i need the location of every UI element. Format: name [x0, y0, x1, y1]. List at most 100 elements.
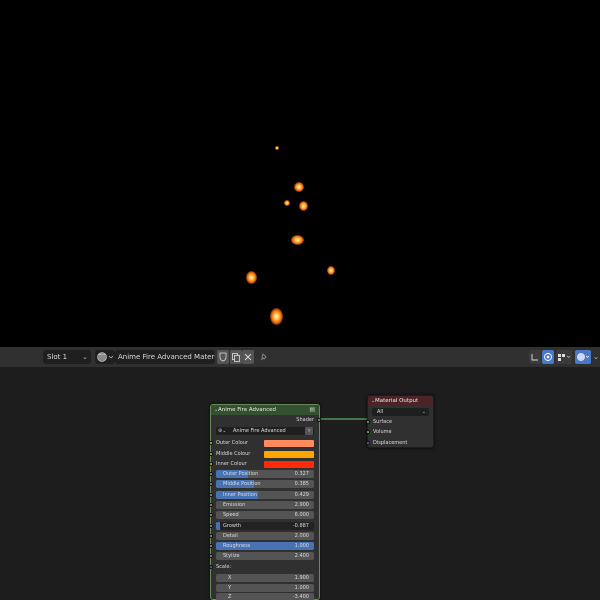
- slider-label: Middle Position: [223, 481, 261, 488]
- collapse-caret-icon[interactable]: ⌄: [371, 396, 375, 406]
- shield-icon[interactable]: ▿: [305, 427, 313, 435]
- scale-axis-label: Z: [228, 594, 232, 600]
- collapse-caret-icon[interactable]: ⌄: [214, 405, 218, 415]
- output-input-row: Surface: [366, 418, 428, 427]
- scale-axis-label: X: [228, 575, 232, 581]
- slider-label: Outer Position: [223, 471, 259, 477]
- slider-label: Inner Position: [223, 491, 258, 498]
- value-input-socket[interactable]: [209, 492, 213, 497]
- output-input-socket[interactable]: [366, 430, 370, 435]
- overlay-toggle-button[interactable]: [542, 350, 554, 364]
- ember-spark: [299, 201, 308, 211]
- node-title: Material Output: [375, 398, 419, 404]
- shader-output-row: Shader: [216, 416, 321, 425]
- color-swatch[interactable]: [264, 450, 314, 458]
- material-output-node[interactable]: ⌄ Material Output All ⌄ Surface Volume Dis…: [366, 395, 434, 448]
- material-sphere-icon: [97, 352, 114, 362]
- view-options-button[interactable]: [556, 350, 572, 364]
- value-input-socket[interactable]: [209, 523, 213, 528]
- value-slider[interactable]: Inner Position 0.429: [209, 490, 314, 499]
- anime-fire-advanced-node[interactable]: ⌄ Anime Fire Advanced ▤ Shader ⊛⌄ Anime …: [209, 404, 321, 600]
- value-slider[interactable]: Middle Position 0.385: [209, 480, 314, 489]
- output-target-value: All: [377, 409, 384, 415]
- slider-value: -0.887: [292, 522, 309, 529]
- value-slider[interactable]: Roughness 1.000: [209, 542, 314, 551]
- value-input-socket[interactable]: [209, 513, 213, 518]
- ember-spark: [246, 271, 257, 284]
- scale-label: Scale:: [216, 564, 232, 570]
- color-swatch[interactable]: [264, 440, 314, 447]
- slider-label: Roughness: [223, 543, 251, 550]
- value-input-socket[interactable]: [209, 482, 213, 487]
- slider-label: Detail: [223, 532, 238, 539]
- node-header[interactable]: ⌄ Anime Fire Advanced ▤: [211, 405, 319, 415]
- shading-button[interactable]: [575, 350, 591, 364]
- scale-component-field[interactable]: Z -3.400: [216, 593, 314, 600]
- output-target-dropdown[interactable]: All ⌄: [372, 408, 429, 416]
- chevron-down-icon: ⌄: [82, 353, 88, 361]
- slot-label: Slot 1: [47, 353, 68, 361]
- output-input-socket[interactable]: [366, 440, 370, 445]
- value-slider[interactable]: Speed 6.000: [209, 511, 314, 520]
- scale-component-field[interactable]: Y 1.000: [216, 583, 314, 592]
- value-slider[interactable]: Emission 2.900: [209, 500, 314, 509]
- output-input-label: Surface: [373, 419, 393, 425]
- scale-input-socket[interactable]: [209, 565, 213, 569]
- value-input-socket[interactable]: [209, 544, 213, 549]
- slot-dropdown[interactable]: Slot 1 ⌄: [43, 350, 91, 364]
- scale-axis-value: -3.400: [292, 594, 309, 600]
- material-name-field[interactable]: Anime Fire Advanced Material: [115, 350, 215, 364]
- snap-toggle-button[interactable]: [529, 350, 541, 364]
- scale-component-field[interactable]: X 1.900: [216, 574, 314, 582]
- shader-output-socket[interactable]: [317, 418, 321, 422]
- value-slider[interactable]: Stylize 2.400: [209, 552, 314, 561]
- close-icon: [244, 353, 252, 361]
- ember-spark: [294, 182, 304, 192]
- overlay-icon: [544, 353, 552, 361]
- value-slider[interactable]: Outer Position 0.327: [209, 470, 314, 478]
- value-slider[interactable]: Growth -0.887: [209, 521, 314, 530]
- slider-value: 0.385: [294, 481, 309, 488]
- unlink-material-button[interactable]: [242, 350, 254, 364]
- slider-value: 0.429: [294, 491, 309, 498]
- node-editor-canvas[interactable]: ⌄ Anime Fire Advanced ▤ Shader ⊛⌄ Anime …: [0, 367, 600, 600]
- color-input-socket[interactable]: [209, 441, 213, 445]
- color-swatch[interactable]: [264, 461, 314, 468]
- slider-value: 2.000: [294, 532, 309, 539]
- output-input-row: Displacement: [366, 439, 428, 448]
- ember-spark: [270, 308, 283, 325]
- color-input-row: Inner Colour: [209, 460, 314, 469]
- color-input-row: Middle Colour: [209, 450, 314, 459]
- color-input-socket[interactable]: [209, 462, 213, 466]
- chevron-down-icon[interactable]: ⌄: [592, 350, 600, 364]
- slider-label: Stylize: [223, 553, 240, 560]
- node-header[interactable]: ⌄ Material Output: [368, 396, 433, 406]
- shield-icon: [219, 352, 227, 362]
- color-input-socket[interactable]: [209, 451, 213, 456]
- shader-editor-header: Slot 1 ⌄ Anime Fire Advanced Material ⌄: [0, 347, 600, 367]
- material-browse-button[interactable]: [95, 350, 115, 364]
- duplicate-material-button[interactable]: [230, 350, 242, 364]
- ember-spark: [291, 235, 304, 245]
- value-slider[interactable]: Detail 2.000: [209, 531, 314, 540]
- scale-label-row: Scale:: [209, 563, 314, 572]
- color-input-label: Inner Colour: [216, 461, 247, 467]
- fake-user-button[interactable]: [217, 350, 229, 364]
- slider-fill: [216, 521, 220, 530]
- node-group-icon: ▤: [309, 406, 315, 413]
- node-title: Anime Fire Advanced: [218, 407, 276, 413]
- color-input-row: Outer Colour: [209, 439, 314, 448]
- node-group-datablock[interactable]: ⊛⌄ Anime Fire Advanced ▿: [216, 427, 314, 435]
- output-input-label: Volume: [373, 429, 392, 436]
- pin-button[interactable]: [257, 350, 269, 364]
- value-input-socket[interactable]: [209, 472, 213, 476]
- value-input-socket[interactable]: [209, 554, 213, 559]
- output-input-socket[interactable]: [366, 420, 370, 424]
- 3d-viewport[interactable]: [0, 0, 600, 347]
- value-input-socket[interactable]: [209, 502, 213, 507]
- shading-icon: [577, 353, 590, 361]
- snap-icon: [531, 354, 538, 361]
- ember-spark: [327, 266, 335, 275]
- value-input-socket[interactable]: [209, 533, 213, 538]
- pin-icon: [260, 353, 267, 361]
